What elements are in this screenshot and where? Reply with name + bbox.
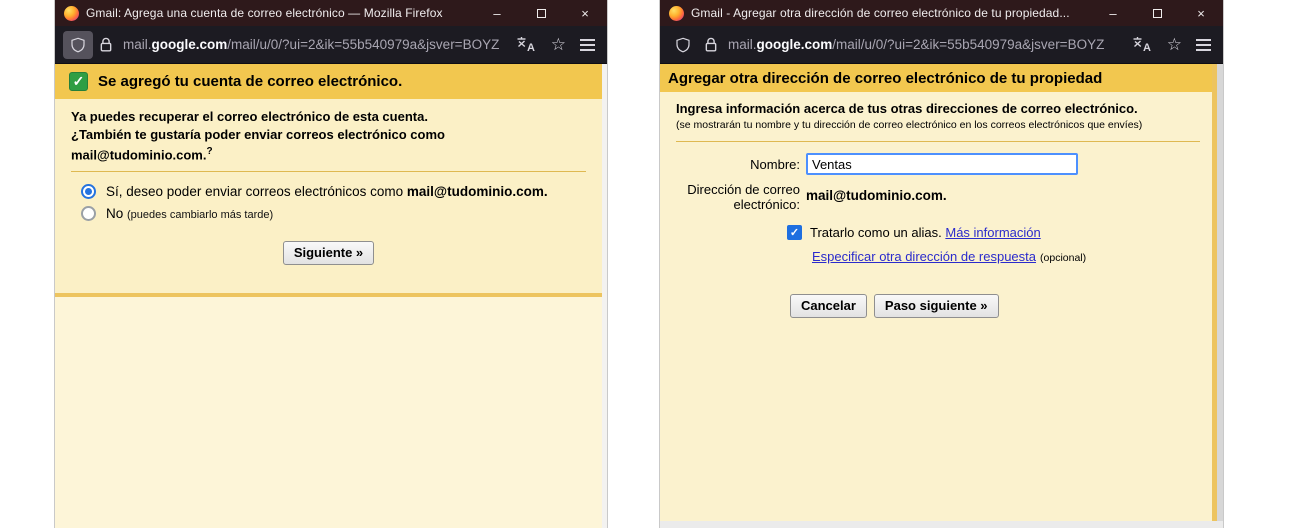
close-button[interactable]: × — [1179, 0, 1223, 26]
radio-option-yes[interactable]: Sí, deseo poder enviar correos electróni… — [81, 183, 586, 199]
radio-no-label: No (puedes cambiarlo más tarde) — [106, 205, 274, 221]
maximize-icon — [536, 8, 546, 18]
svg-text:A: A — [1143, 42, 1151, 53]
cancel-button[interactable]: Cancelar — [790, 294, 867, 318]
titlebar[interactable]: Gmail: Agrega una cuenta de correo elect… — [55, 0, 607, 26]
bookmark-star-icon[interactable]: ☆ — [1167, 36, 1182, 53]
body-line: mail@tudominio.com.? — [71, 146, 213, 163]
name-input[interactable] — [806, 153, 1078, 175]
menu-icon[interactable] — [1196, 38, 1211, 51]
firefox-logo-icon — [64, 5, 79, 21]
dialog-body: Ingresa información acerca de tus otras … — [660, 92, 1212, 528]
reply-address-row: Especificar otra dirección de respuesta (… — [812, 249, 1200, 264]
email-label: Dirección de correo electrónico: — [687, 182, 800, 212]
scrollbar-track[interactable] — [1217, 64, 1223, 528]
url-bar[interactable]: mail.google.com/mail/u/0/?ui=2&ik=55b540… — [55, 26, 607, 64]
minimize-button[interactable]: – — [475, 0, 519, 26]
page-content: ✓ Se agregó tu cuenta de correo electrón… — [55, 64, 607, 528]
tracking-protection-shield-icon[interactable] — [63, 30, 93, 59]
intro-note: (se mostrarán tu nombre y tu dirección d… — [676, 119, 1143, 131]
page-content: Agregar otra dirección de correo electró… — [660, 64, 1223, 528]
minimize-button[interactable]: – — [1091, 0, 1135, 26]
next-step-button[interactable]: Paso siguiente » — [873, 294, 999, 318]
alias-checkbox-row[interactable]: ✓ Tratarlo como un alias. Más informació… — [787, 225, 1200, 240]
name-label: Nombre: — [750, 156, 800, 172]
window-title: Gmail: Agrega una cuenta de correo elect… — [86, 6, 443, 20]
email-field-row: Dirección de correo electrónico: mail@tu… — [676, 182, 1200, 212]
empty-area — [55, 296, 602, 528]
reply-address-link[interactable]: Especificar otra dirección de respuesta — [812, 249, 1036, 264]
optional-note: (opcional) — [1040, 252, 1087, 264]
body-line: Ya puedes recuperar el correo electrónic… — [71, 109, 428, 124]
titlebar[interactable]: Gmail - Agregar otra dirección de correo… — [660, 0, 1223, 26]
success-check-icon: ✓ — [69, 72, 88, 91]
browser-window-left: Gmail: Agrega una cuenta de correo elect… — [54, 0, 608, 528]
window-title: Gmail - Agregar otra dirección de correo… — [691, 6, 1070, 20]
radio-option-no[interactable]: No (puedes cambiarlo más tarde) — [81, 205, 586, 221]
more-info-link[interactable]: Más información — [945, 225, 1040, 240]
superscript-question: ? — [206, 146, 213, 157]
radio-unselected-icon[interactable] — [81, 205, 96, 221]
translate-icon[interactable]: A — [516, 36, 537, 53]
browser-window-right: Gmail - Agregar otra dirección de correo… — [659, 0, 1224, 528]
divider — [676, 141, 1200, 142]
translate-icon[interactable]: A — [1132, 36, 1153, 53]
address-input[interactable]: mail.google.com/mail/u/0/?ui=2&ik=55b540… — [123, 37, 508, 52]
intro-text: Ingresa información acerca de tus otras … — [676, 101, 1138, 116]
checkbox-checked-icon[interactable]: ✓ — [787, 225, 802, 240]
close-button[interactable]: × — [563, 0, 607, 26]
url-bar[interactable]: mail.google.com/mail/u/0/?ui=2&ik=55b540… — [660, 26, 1223, 64]
alias-label: Tratarlo como un alias. Más información — [810, 225, 1041, 240]
divider — [71, 170, 586, 172]
window-bottom-edge — [660, 521, 1223, 528]
dialog-header: Agregar otra dirección de correo electró… — [660, 64, 1212, 92]
lock-icon[interactable] — [93, 31, 119, 59]
radio-yes-label: Sí, deseo poder enviar correos electróni… — [106, 183, 548, 199]
svg-text:A: A — [527, 42, 535, 53]
dialog-header-text: Agregar otra dirección de correo electró… — [668, 69, 1103, 87]
body-line: ¿También te gustaría poder enviar correo… — [71, 126, 445, 142]
menu-icon[interactable] — [580, 38, 595, 51]
bookmark-star-icon[interactable]: ☆ — [551, 36, 566, 53]
address-input[interactable]: mail.google.com/mail/u/0/?ui=2&ik=55b540… — [728, 37, 1124, 52]
lock-icon[interactable] — [698, 31, 724, 59]
email-value: mail@tudominio.com. — [806, 188, 947, 203]
maximize-icon — [1152, 8, 1162, 18]
tracking-protection-shield-icon[interactable] — [668, 31, 698, 59]
dialog-header: ✓ Se agregó tu cuenta de correo electrón… — [55, 64, 602, 99]
scrollbar-track[interactable] — [602, 64, 607, 528]
name-field-row: Nombre: — [676, 153, 1200, 175]
dialog-header-text: Se agregó tu cuenta de correo electrónic… — [98, 73, 403, 90]
dialog-body: Ya puedes recuperar el correo electrónic… — [55, 99, 602, 297]
maximize-button[interactable] — [1135, 0, 1179, 26]
next-button[interactable]: Siguiente » — [282, 240, 375, 265]
firefox-logo-icon — [669, 5, 684, 21]
maximize-button[interactable] — [519, 0, 563, 26]
radio-selected-icon[interactable] — [81, 183, 96, 199]
